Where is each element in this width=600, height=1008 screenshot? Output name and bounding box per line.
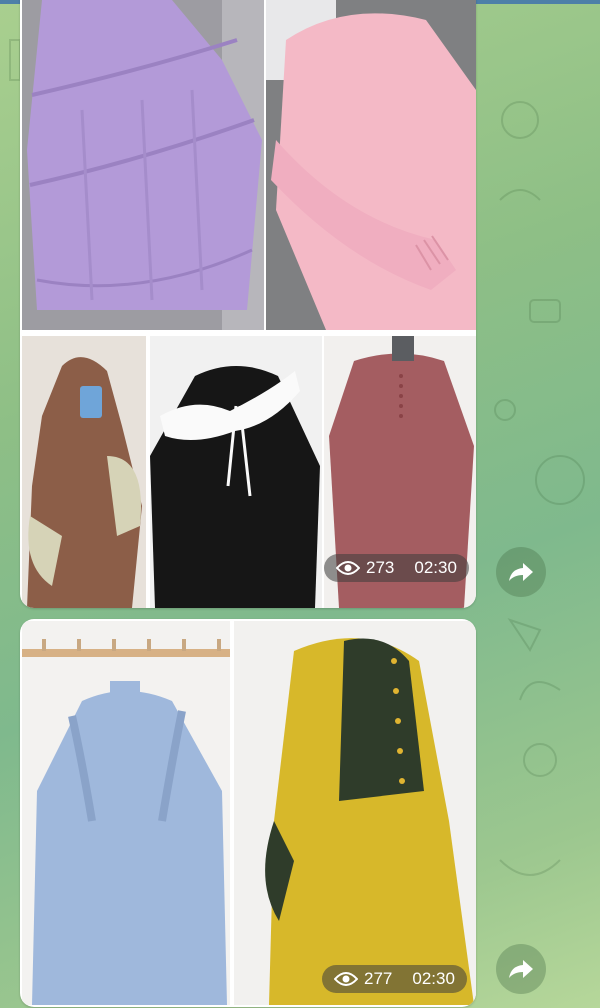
forward-button[interactable] [496,944,546,994]
photo-blue-dress[interactable] [22,621,230,1005]
eye-icon [336,561,360,575]
forward-button[interactable] [496,547,546,597]
forward-arrow-icon [509,960,533,978]
eye-icon [334,972,358,986]
post-time: 02:30 [412,969,455,988]
photo-brown-hijab[interactable] [22,336,146,608]
view-count: 277 [364,969,393,988]
post-meta-pill: 277 02:30 [322,965,467,993]
media-album-post-1[interactable]: 273 02:30 [20,0,476,608]
post-meta-pill: 273 02:30 [324,554,469,582]
photo-lavender-dress[interactable] [22,0,264,330]
photo-pink-dress[interactable] [266,0,476,330]
photo-black-dress[interactable] [150,336,322,608]
photo-mustard-dress[interactable] [234,621,476,1005]
post-time: 02:30 [414,558,457,577]
media-album-post-2[interactable]: 277 02:30 [20,619,476,1007]
view-count: 273 [366,558,395,577]
forward-arrow-icon [509,563,533,581]
